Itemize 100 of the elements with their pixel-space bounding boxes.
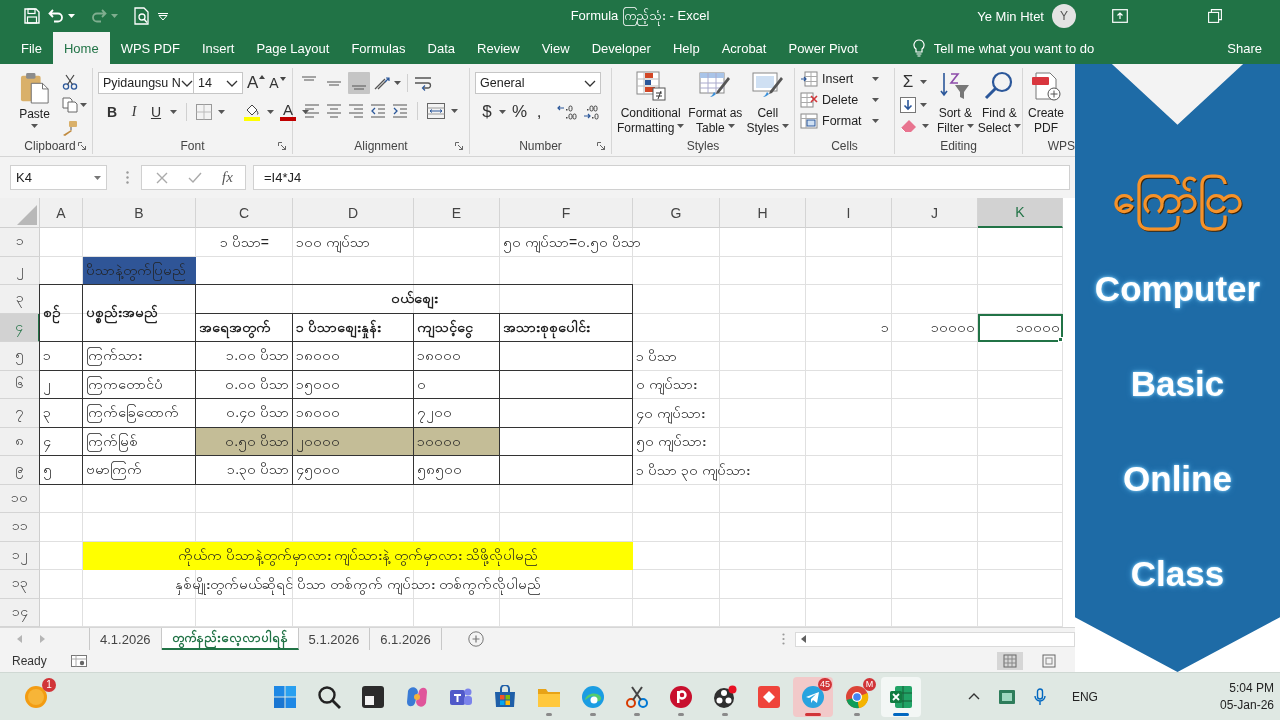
customize-menu-icon[interactable] (158, 12, 168, 20)
font-color-button[interactable]: A (280, 102, 296, 121)
spreadsheet-icon[interactable] (889, 684, 913, 709)
ribbon-tab[interactable]: Insert (190, 32, 246, 64)
font-size-dropdown[interactable]: 14 (193, 72, 243, 94)
ribbon-tab[interactable]: WPS PDF (109, 32, 191, 64)
share-button[interactable]: Share (1227, 40, 1262, 56)
caret-icon[interactable] (302, 109, 309, 114)
column-header[interactable]: K (978, 198, 1063, 228)
microphone-icon[interactable] (1033, 687, 1046, 706)
create-pdf-button[interactable]: Create PDF (1028, 71, 1065, 136)
dialog-launcher-icon[interactable] (78, 142, 86, 150)
ribbon-tab[interactable]: Page Layout (245, 32, 341, 64)
print-preview-icon[interactable] (134, 7, 150, 25)
scroll-left-icon[interactable] (801, 635, 806, 643)
undo-icon[interactable] (48, 9, 64, 23)
format-as-table-button[interactable]: Format as Table (688, 71, 743, 136)
underline-button[interactable]: U (148, 103, 164, 120)
copy-icon[interactable] (62, 97, 78, 113)
language-indicator[interactable]: ENG (1071, 689, 1098, 704)
ribbon-tab[interactable]: Help (661, 32, 711, 64)
browser-icon[interactable] (581, 684, 605, 709)
ribbon-tab[interactable]: Data (416, 32, 467, 64)
caret-icon[interactable] (394, 81, 401, 85)
swirl-icon[interactable] (405, 684, 429, 709)
caret-icon[interactable] (267, 109, 274, 114)
font-name-dropdown[interactable]: Pyidaungsu N (98, 72, 194, 94)
ribbon-tab[interactable]: Formulas (340, 32, 417, 64)
insert-cells-button[interactable]: Insert (800, 71, 879, 87)
row-header[interactable]: ၉ (0, 456, 40, 485)
grip-dots-icon[interactable] (782, 633, 785, 645)
column-header[interactable]: C (196, 198, 293, 228)
percent-style-button[interactable]: % (512, 102, 528, 122)
wrap-text-icon[interactable] (414, 75, 432, 91)
ribbon-tab[interactable]: View (530, 32, 581, 64)
clock-time[interactable]: 5:04 PM (1229, 679, 1274, 697)
insert-function-button[interactable]: fx (222, 169, 233, 186)
scissors-icon[interactable] (625, 684, 649, 709)
delete-cells-button[interactable]: Delete (800, 92, 879, 108)
formula-input[interactable]: =I4*J4 (253, 165, 1070, 190)
grip-dots-icon[interactable] (126, 171, 129, 184)
autosum-button[interactable]: Σ (900, 73, 916, 91)
scissors-icon[interactable] (62, 74, 78, 90)
ribbon-tab[interactable]: Home (52, 32, 110, 64)
name-box[interactable]: K4 (10, 165, 107, 190)
row-header[interactable]: ၅ (0, 342, 40, 371)
ribbon-tab[interactable]: Review (466, 32, 531, 64)
search-icon[interactable] (317, 684, 341, 709)
tell-me-search[interactable]: Tell me what you want to do (933, 40, 1095, 56)
window-icon[interactable] (361, 684, 385, 709)
row-header[interactable]: ၄ (0, 313, 40, 342)
circle-app-icon[interactable] (669, 684, 693, 709)
row-header[interactable]: ၂ (0, 256, 40, 285)
row-header[interactable]: ၆ (0, 370, 40, 399)
format-cells-button[interactable]: Format (800, 113, 879, 129)
caret-icon[interactable] (451, 109, 458, 113)
caret-icon[interactable] (920, 103, 927, 107)
diamond-tile-icon[interactable] (757, 684, 781, 709)
borders-icon[interactable] (196, 103, 212, 120)
caret-icon[interactable] (170, 109, 177, 114)
column-header[interactable]: B (83, 198, 196, 228)
row-header[interactable]: ၁၄ (0, 598, 40, 627)
column-header[interactable]: H (720, 198, 806, 228)
grow-font-button[interactable]: A (247, 73, 266, 93)
column-header[interactable]: A (40, 198, 83, 228)
save-icon[interactable] (24, 8, 40, 24)
taskbar-button[interactable]: 45 (793, 676, 833, 717)
fill-down-icon[interactable] (900, 97, 916, 113)
add-sheet-icon[interactable] (467, 631, 484, 647)
caret-icon[interactable] (218, 109, 225, 114)
column-header[interactable]: F (500, 198, 633, 228)
macro-record-icon[interactable] (70, 655, 87, 667)
cell-styles-button[interactable]: Cell Styles (746, 71, 790, 136)
horizontal-scrollbar[interactable] (795, 631, 1075, 647)
ribbon-tab[interactable]: Acrobat (710, 32, 778, 64)
align-left-icon[interactable] (304, 104, 320, 118)
number-format-dropdown[interactable]: General (475, 72, 601, 94)
user-avatar[interactable]: Y (1052, 4, 1076, 28)
sort-filter-button[interactable]: Sort & Filter (937, 71, 974, 136)
fill-handle[interactable] (1058, 337, 1063, 342)
clock-date[interactable]: 05-Jan-26 (1219, 696, 1274, 714)
row-header[interactable]: ၁၂ (0, 541, 40, 570)
tray-app-icon[interactable] (997, 688, 1016, 705)
dots-circle-icon[interactable] (713, 684, 737, 709)
taskbar-button[interactable] (881, 676, 921, 717)
active-cell[interactable]: ၁၀၀၀၀ (978, 313, 1063, 342)
shrink-font-button[interactable]: A (269, 75, 286, 91)
column-header[interactable]: E (414, 198, 500, 228)
paste-button[interactable]: Paste (13, 72, 56, 128)
dialog-launcher-icon[interactable] (597, 142, 605, 150)
column-header[interactable]: D (293, 198, 414, 228)
ribbon-tab[interactable]: Power Pivot (777, 32, 869, 64)
enter-check-icon[interactable] (188, 171, 202, 184)
caret-icon[interactable] (920, 80, 927, 84)
row-header[interactable]: ၁၃ (0, 570, 40, 599)
lightbulb-icon[interactable] (912, 39, 925, 57)
row-header[interactable]: ၃ (0, 285, 40, 314)
currency-format-button[interactable]: $ (481, 102, 493, 122)
caret-icon[interactable] (68, 14, 75, 18)
bold-button[interactable]: B (104, 103, 120, 120)
